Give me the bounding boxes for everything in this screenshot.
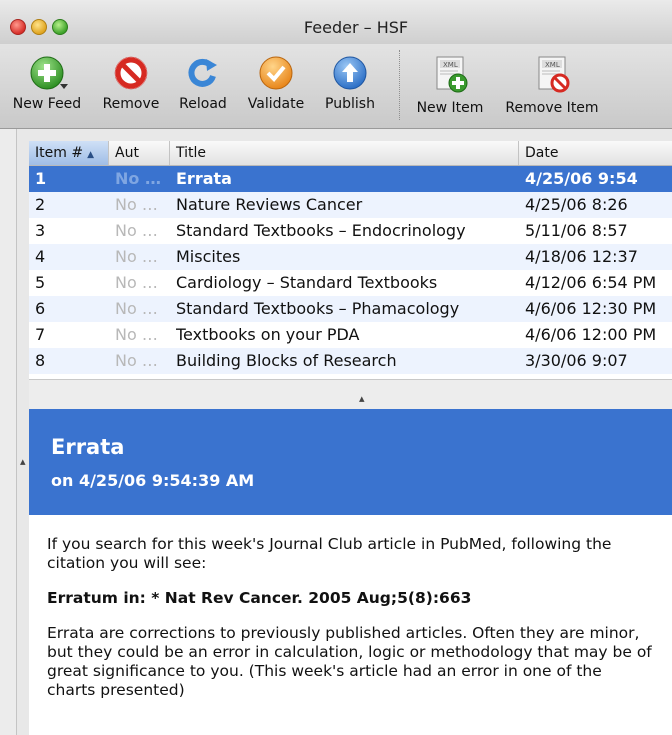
preview-header: Errata on 4/25/06 9:54:39 AM xyxy=(29,409,672,515)
remove-item-icon: XML xyxy=(536,56,570,94)
items-table[interactable]: Item # ▲ Aut Title Date 1 No … Errata 4/2… xyxy=(29,141,672,379)
preview-paragraph: Errata are corrections to previously pub… xyxy=(47,624,652,699)
preview-citation: Erratum in: * Nat Rev Cancer. 2005 Aug;5… xyxy=(47,589,472,607)
new-item-button[interactable]: XML New Item xyxy=(410,56,490,116)
publish-icon xyxy=(333,56,367,90)
table-row[interactable]: 6 No … Standard Textbooks – Phamacology … xyxy=(29,296,672,322)
column-header-title[interactable]: Title xyxy=(170,141,519,165)
table-row[interactable]: 1 No … Errata 4/25/06 9:54 xyxy=(29,166,672,192)
table-row[interactable]: 7 No … Textbooks on your PDA 4/6/06 12:0… xyxy=(29,322,672,348)
validate-icon xyxy=(259,56,293,90)
table-row[interactable]: 8 No … Building Blocks of Research 3/30/… xyxy=(29,348,672,374)
new-feed-icon xyxy=(30,56,68,90)
pane-splitter[interactable]: ▴ xyxy=(29,379,672,410)
preview-date: on 4/25/06 9:54:39 AM xyxy=(51,471,255,490)
column-header-author[interactable]: Aut xyxy=(109,141,170,165)
preview-body: If you search for this week's Journal Cl… xyxy=(29,515,672,700)
svg-text:XML: XML xyxy=(443,61,458,69)
reload-icon xyxy=(186,56,220,90)
preview-title: Errata xyxy=(51,435,125,459)
publish-button[interactable]: Publish xyxy=(318,56,382,112)
splitter-grip-icon: ▴ xyxy=(359,392,365,405)
toolbar: New Feed Remove Reload Validate Publish … xyxy=(0,44,672,129)
drawer-grip-icon[interactable]: ▴ xyxy=(20,455,26,468)
remove-icon xyxy=(114,56,148,90)
title-bar: Feeder – HSF xyxy=(0,0,672,45)
new-item-icon: XML xyxy=(434,56,468,94)
table-row[interactable]: 5 No … Cardiology – Standard Textbooks 4… xyxy=(29,270,672,296)
left-drawer-edge[interactable] xyxy=(0,129,17,735)
sort-ascending-icon: ▲ xyxy=(87,150,94,160)
validate-button[interactable]: Validate xyxy=(240,56,312,112)
window-title: Feeder – HSF xyxy=(303,18,409,37)
remove-button[interactable]: Remove xyxy=(96,56,166,112)
table-row[interactable]: 4 No … Miscites 4/18/06 12:37 xyxy=(29,244,672,270)
column-header-date[interactable]: Date xyxy=(519,141,672,165)
reload-button[interactable]: Reload xyxy=(172,56,234,112)
table-row[interactable]: 3 No … Standard Textbooks – Endocrinolog… xyxy=(29,218,672,244)
preview-paragraph: If you search for this week's Journal Cl… xyxy=(47,535,612,572)
table-row[interactable]: 2 No … Nature Reviews Cancer 4/25/06 8:2… xyxy=(29,192,672,218)
table-header: Item # ▲ Aut Title Date xyxy=(29,141,672,166)
column-header-item-number[interactable]: Item # ▲ xyxy=(29,141,109,165)
toolbar-separator xyxy=(399,50,400,120)
svg-text:XML: XML xyxy=(545,61,560,69)
new-feed-button[interactable]: New Feed xyxy=(6,56,88,112)
remove-item-button[interactable]: XML Remove Item xyxy=(498,56,606,116)
preview-pane: Errata on 4/25/06 9:54:39 AM If you sear… xyxy=(29,409,672,735)
